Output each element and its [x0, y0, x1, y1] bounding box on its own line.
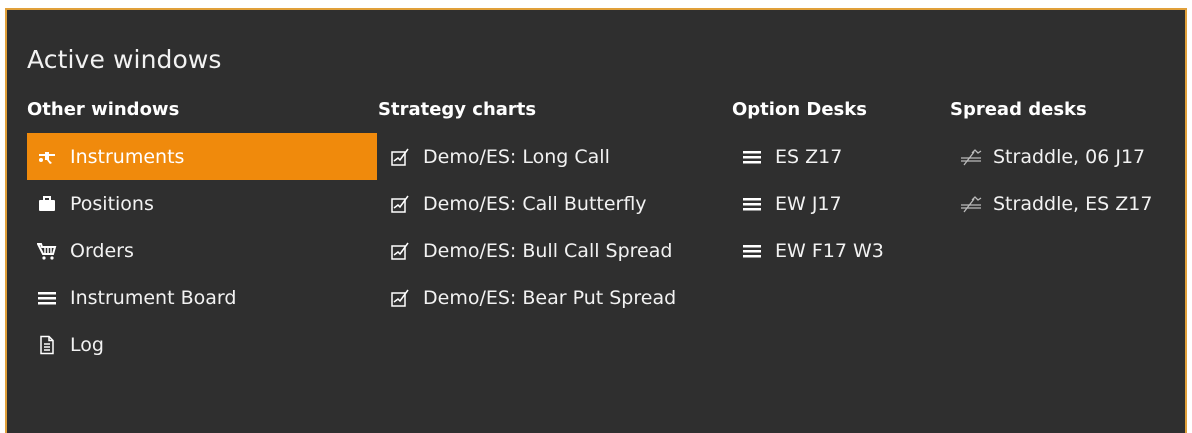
strategy-chart-label: Demo/ES: Bull Call Spread: [423, 239, 673, 262]
spread-desk-label: Straddle, ES Z17: [993, 192, 1153, 215]
strategy-chart-label: Demo/ES: Call Butterfly: [423, 192, 647, 215]
document-icon: [37, 335, 57, 355]
window-item-label: Positions: [70, 192, 154, 215]
spread-icon: [960, 147, 982, 167]
strategy-chart-item[interactable]: Demo/ES: Bear Put Spread: [378, 274, 718, 321]
option-desk-item[interactable]: ES Z17: [732, 133, 942, 180]
spread-desk-label: Straddle, 06 J17: [993, 145, 1146, 168]
chart-icon: [390, 288, 410, 308]
strategy-chart-item[interactable]: Demo/ES: Long Call: [378, 133, 718, 180]
option-desks-header: Option Desks: [732, 99, 867, 120]
spread-desks-header: Spread desks: [950, 99, 1087, 120]
strategy-chart-item[interactable]: Demo/ES: Call Butterfly: [378, 180, 718, 227]
panel-title: Active windows: [27, 45, 222, 74]
window-item-orders[interactable]: Orders: [27, 227, 377, 274]
window-item-label: Log: [70, 333, 104, 356]
window-item-label: Instruments: [70, 145, 185, 168]
strategy-chart-label: Demo/ES: Bear Put Spread: [423, 286, 677, 309]
list-icon: [742, 194, 762, 214]
cart-icon: [37, 241, 57, 261]
window-item-instruments[interactable]: Instruments: [27, 133, 377, 180]
list-icon: [742, 241, 762, 261]
strategy-charts-header: Strategy charts: [378, 99, 537, 120]
window-item-positions[interactable]: Positions: [27, 180, 377, 227]
window-item-label: Orders: [70, 239, 134, 262]
option-desk-item[interactable]: EW F17 W3: [732, 227, 942, 274]
option-desk-label: EW F17 W3: [775, 239, 884, 262]
spread-desk-item[interactable]: Straddle, ES Z17: [950, 180, 1180, 227]
instruments-icon: [37, 147, 57, 167]
window-item-log[interactable]: Log: [27, 321, 377, 368]
spread-desk-item[interactable]: Straddle, 06 J17: [950, 133, 1180, 180]
list-icon: [742, 147, 762, 167]
spread-icon: [960, 194, 982, 214]
option-desk-label: ES Z17: [775, 145, 843, 168]
strategy-chart-label: Demo/ES: Long Call: [423, 145, 610, 168]
strategy-charts-column: Strategy charts Demo/ES: Long Call Demo/…: [378, 99, 718, 321]
window-item-label: Instrument Board: [70, 286, 237, 309]
option-desk-item[interactable]: EW J17: [732, 180, 942, 227]
strategy-chart-item[interactable]: Demo/ES: Bull Call Spread: [378, 227, 718, 274]
briefcase-icon: [37, 194, 57, 214]
option-desks-column: Option Desks ES Z17 EW J17 EW F17 W3: [732, 99, 942, 274]
other-windows-column: Other windows Instruments Positions Orde…: [27, 99, 377, 368]
chart-icon: [390, 194, 410, 214]
chart-icon: [390, 147, 410, 167]
other-windows-header: Other windows: [27, 99, 180, 120]
list-icon: [37, 288, 57, 308]
active-windows-panel: Active windows Other windows Instruments…: [5, 8, 1187, 433]
option-desk-label: EW J17: [775, 192, 842, 215]
chart-icon: [390, 241, 410, 261]
window-item-instrument-board[interactable]: Instrument Board: [27, 274, 377, 321]
spread-desks-column: Spread desks Straddle, 06 J17 Straddle, …: [950, 99, 1180, 227]
